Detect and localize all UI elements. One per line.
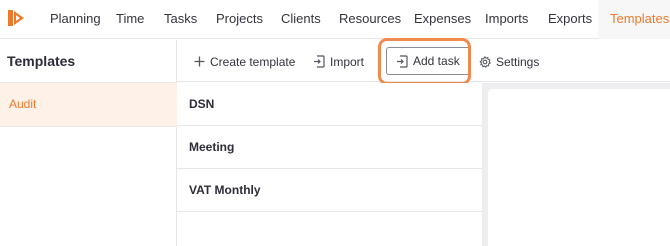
import-label: Import [330, 54, 365, 69]
list-item-label: DSN [189, 97, 215, 111]
sidebar-title: Templates [7, 53, 76, 69]
sidebar-item-audit[interactable]: Audit [0, 83, 177, 126]
app-logo-icon[interactable] [6, 8, 26, 28]
list-item[interactable]: Meeting [177, 126, 482, 169]
top-navigation: Planning Time Tasks Projects Clients Res… [0, 0, 670, 39]
templates-sidebar: Templates Audit [0, 40, 177, 246]
import-button[interactable]: Import [313, 49, 364, 74]
create-template-button[interactable]: Create template [194, 49, 295, 74]
list-item-label: Meeting [189, 140, 235, 154]
settings-label: Settings [496, 54, 540, 69]
nav-item-imports[interactable]: Imports [485, 0, 528, 39]
nav-item-projects[interactable]: Projects [216, 0, 263, 39]
list-item[interactable]: VAT Monthly [177, 169, 482, 212]
import-icon [314, 55, 325, 68]
divider [0, 126, 177, 127]
nav-item-templates-label: Templates [610, 11, 670, 26]
detail-panel [488, 89, 670, 246]
nav-item-expenses[interactable]: Expenses [414, 0, 471, 39]
plus-icon [194, 56, 205, 67]
list-item[interactable]: DSN [177, 83, 482, 126]
template-task-list: DSN Meeting VAT Monthly [177, 83, 482, 246]
nav-item-tasks[interactable]: Tasks [164, 0, 197, 39]
add-task-highlight [378, 38, 471, 85]
settings-button[interactable]: Settings [479, 49, 539, 74]
nav-item-exports[interactable]: Exports [548, 0, 592, 39]
nav-item-templates[interactable]: Templates [598, 0, 670, 39]
nav-item-clients[interactable]: Clients [281, 0, 321, 39]
nav-item-planning[interactable]: Planning [50, 0, 101, 39]
nav-item-resources[interactable]: Resources [339, 0, 401, 39]
gear-icon [479, 55, 491, 68]
create-template-label: Create template [210, 54, 296, 69]
nav-item-time[interactable]: Time [116, 0, 144, 39]
sidebar-item-label: Audit [9, 97, 37, 111]
list-item-label: VAT Monthly [189, 183, 261, 197]
